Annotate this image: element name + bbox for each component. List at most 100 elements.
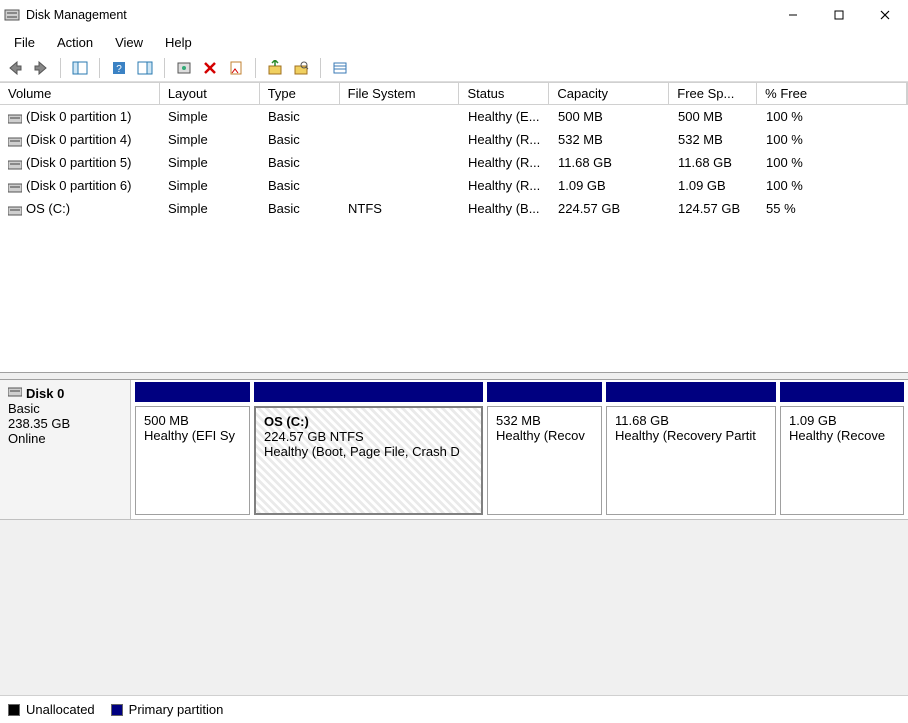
column-header-layout[interactable]: Layout [160,83,260,104]
delete-button[interactable] [199,57,221,79]
volume-fs [340,184,460,188]
volume-capacity: 500 MB [550,107,670,126]
legend-unallocated: Unallocated [8,702,95,717]
volume-pct: 100 % [758,130,908,149]
volume-capacity: 532 MB [550,130,670,149]
volume-row[interactable]: (Disk 0 partition 4)SimpleBasicHealthy (… [0,128,908,151]
disk-capacity: 238.35 GB [8,416,122,431]
help-button[interactable]: ? [108,57,130,79]
partition-status: Healthy (Recovery Partit [615,428,767,443]
partition-bar-segment[interactable] [254,382,483,402]
volume-icon [8,204,22,214]
back-button[interactable] [4,57,26,79]
volume-status: Healthy (R... [460,130,550,149]
volume-fs [340,138,460,142]
window-title: Disk Management [26,8,127,22]
partition-bar-segment[interactable] [606,382,776,402]
disk-type: Basic [8,401,122,416]
menu-file[interactable]: File [4,32,45,53]
show-hide-console-tree-button[interactable] [69,57,91,79]
partition-box[interactable]: 11.68 GBHealthy (Recovery Partit [606,406,776,515]
show-hide-action-pane-button[interactable] [134,57,156,79]
volume-icon [8,181,22,191]
partition-box[interactable]: 1.09 GBHealthy (Recove [780,406,904,515]
volume-pct: 100 % [758,153,908,172]
legend-primary-label: Primary partition [129,702,224,717]
partition-bar-segment[interactable] [780,382,904,402]
partition-box[interactable]: 532 MBHealthy (Recov [487,406,602,515]
column-header-free[interactable]: Free Sp... [669,83,757,104]
toolbar-separator [255,58,256,78]
volume-free: 532 MB [670,130,758,149]
disk-name: Disk 0 [26,386,64,401]
volume-list-header: Volume Layout Type File System Status Ca… [0,82,908,105]
column-header-type[interactable]: Type [260,83,340,104]
toolbar-separator [320,58,321,78]
volume-pct: 55 % [758,199,908,218]
partition-bar-segment[interactable] [487,382,602,402]
disk-state: Online [8,431,122,446]
menu-action[interactable]: Action [47,32,103,53]
volume-fs [340,161,460,165]
column-header-filesystem[interactable]: File System [340,83,460,104]
partition-box[interactable]: 500 MBHealthy (EFI Sy [135,406,250,515]
column-header-status[interactable]: Status [459,83,549,104]
volume-pct: 100 % [758,107,908,126]
toolbar-separator [164,58,165,78]
legend-unallocated-label: Unallocated [26,702,95,717]
minimize-button[interactable] [770,0,816,30]
swatch-unallocated [8,704,20,716]
menu-help[interactable]: Help [155,32,202,53]
splitter[interactable] [0,372,908,380]
volume-type: Basic [260,107,340,126]
volume-icon [8,135,22,145]
volume-icon [8,158,22,168]
volume-list[interactable]: Volume Layout Type File System Status Ca… [0,82,908,372]
volume-row[interactable]: (Disk 0 partition 1)SimpleBasicHealthy (… [0,105,908,128]
partition-size: 11.68 GB [615,413,767,428]
volume-name: OS (C:) [26,201,70,216]
volume-type: Basic [260,153,340,172]
volume-row[interactable]: OS (C:)SimpleBasicNTFSHealthy (B...224.5… [0,197,908,220]
partition-box[interactable]: OS (C:)224.57 GB NTFSHealthy (Boot, Page… [254,406,483,515]
volume-layout: Simple [160,199,260,218]
partition-bar-segment[interactable] [135,382,250,402]
volume-type: Basic [260,176,340,195]
partition-status: Healthy (Recov [496,428,593,443]
empty-area [0,520,908,695]
toolbar: ? [0,54,908,82]
volume-row[interactable]: (Disk 0 partition 6)SimpleBasicHealthy (… [0,174,908,197]
forward-button[interactable] [30,57,52,79]
legend-primary-partition: Primary partition [111,702,224,717]
maximize-button[interactable] [816,0,862,30]
toolbar-icon[interactable] [329,57,351,79]
menu-view[interactable]: View [105,32,153,53]
partition-status: Healthy (Boot, Page File, Crash D [264,444,473,459]
volume-layout: Simple [160,153,260,172]
partition-size: 224.57 GB NTFS [264,429,473,444]
column-header-pct-free[interactable]: % Free [757,83,907,104]
volume-name: (Disk 0 partition 4) [26,132,131,147]
volume-fs [340,115,460,119]
toolbar-icon[interactable] [264,57,286,79]
volume-free: 500 MB [670,107,758,126]
app-disk-icon [4,7,20,23]
disk-graphical-view: Disk 0 Basic 238.35 GB Online 500 MBHeal… [0,380,908,520]
swatch-primary [111,704,123,716]
volume-type: Basic [260,199,340,218]
volume-status: Healthy (E... [460,107,550,126]
volume-free: 124.57 GB [670,199,758,218]
close-button[interactable] [862,0,908,30]
disk-info-panel[interactable]: Disk 0 Basic 238.35 GB Online [0,380,131,519]
volume-row[interactable]: (Disk 0 partition 5)SimpleBasicHealthy (… [0,151,908,174]
refresh-button[interactable] [173,57,195,79]
column-header-capacity[interactable]: Capacity [549,83,669,104]
volume-name: (Disk 0 partition 6) [26,178,131,193]
partition-status: Healthy (EFI Sy [144,428,241,443]
volume-name: (Disk 0 partition 1) [26,109,131,124]
column-header-volume[interactable]: Volume [0,83,160,104]
menubar: File Action View Help [0,30,908,54]
volume-capacity: 1.09 GB [550,176,670,195]
toolbar-icon[interactable] [290,57,312,79]
properties-button[interactable] [225,57,247,79]
